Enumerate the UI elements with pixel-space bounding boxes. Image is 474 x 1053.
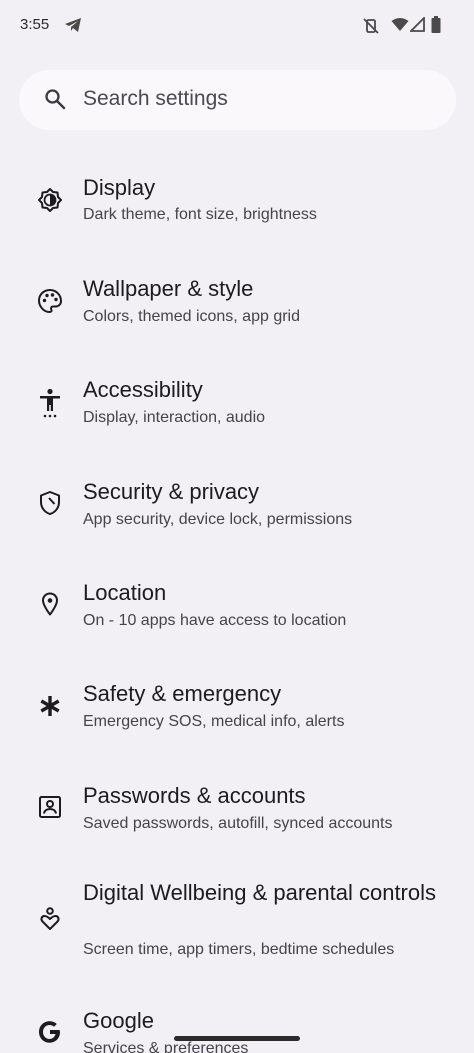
vibrate-off-icon [363,18,379,34]
settings-item-subtitle: Screen time, app timers, bedtime schedul… [83,941,395,958]
palette-icon [37,288,63,314]
settings-item-google[interactable]: Google Services & preferences [0,1000,474,1053]
signal-icon [410,17,425,32]
account-box-icon [39,796,61,818]
telegram-icon [65,18,81,32]
search-icon[interactable] [43,87,67,111]
settings-item-subtitle: Saved passwords, autofill, synced accoun… [83,815,393,832]
google-icon [39,1021,60,1043]
settings-item-title: Location [83,580,167,605]
display-icon [38,188,62,212]
location-pin-icon [42,592,58,616]
settings-item-subtitle: Dark theme, font size, brightness [83,206,317,223]
settings-item-subtitle: App security, device lock, permissions [83,511,353,528]
settings-item-subtitle: Display, interaction, audio [83,409,266,426]
accessibility-icon [40,388,60,418]
settings-item-title: Passwords & accounts [83,783,306,808]
settings-item-title: Accessibility [83,377,203,402]
settings-item-accessibility[interactable]: Accessibility Display, interaction, audi… [0,364,474,464]
settings-item-subtitle: Services & preferences [83,1040,249,1053]
settings-item-subtitle: Colors, themed icons, app grid [83,308,300,325]
settings-item-digital-wellbeing[interactable]: Digital Wellbeing & parental controls Sc… [0,874,474,998]
settings-item-security[interactable]: Security & privacy App security, device … [0,466,474,566]
settings-item-title: Display [83,175,156,200]
settings-item-title: Digital Wellbeing & parental controls [83,880,436,905]
shield-icon [40,491,60,515]
settings-item-subtitle: Emergency SOS, medical info, alerts [83,713,345,730]
settings-item-wallpaper[interactable]: Wallpaper & style Colors, themed icons, … [0,262,474,362]
asterisk-icon [40,696,60,716]
settings-item-subtitle: On - 10 apps have access to location [83,612,347,629]
gesture-nav-bar[interactable] [174,1036,300,1041]
settings-item-safety[interactable]: Safety & emergency Emergency SOS, medica… [0,670,474,770]
wellbeing-icon [40,907,60,930]
settings-item-location[interactable]: Location On - 10 apps have access to loc… [0,568,474,668]
settings-item-title: Wallpaper & style [83,276,254,301]
settings-item-passwords[interactable]: Passwords & accounts Saved passwords, au… [0,772,474,872]
status-bar: 3:55 [0,0,474,52]
settings-item-title: Security & privacy [83,479,260,504]
settings-item-title: Safety & emergency [83,681,282,706]
battery-icon [431,16,441,33]
status-time: 3:55 [20,16,50,33]
search-placeholder[interactable]: Search settings [83,87,228,111]
wifi-icon [391,18,409,31]
settings-item-display[interactable]: Display Dark theme, font size, brightnes… [0,160,474,260]
settings-item-title: Google [83,1008,154,1033]
